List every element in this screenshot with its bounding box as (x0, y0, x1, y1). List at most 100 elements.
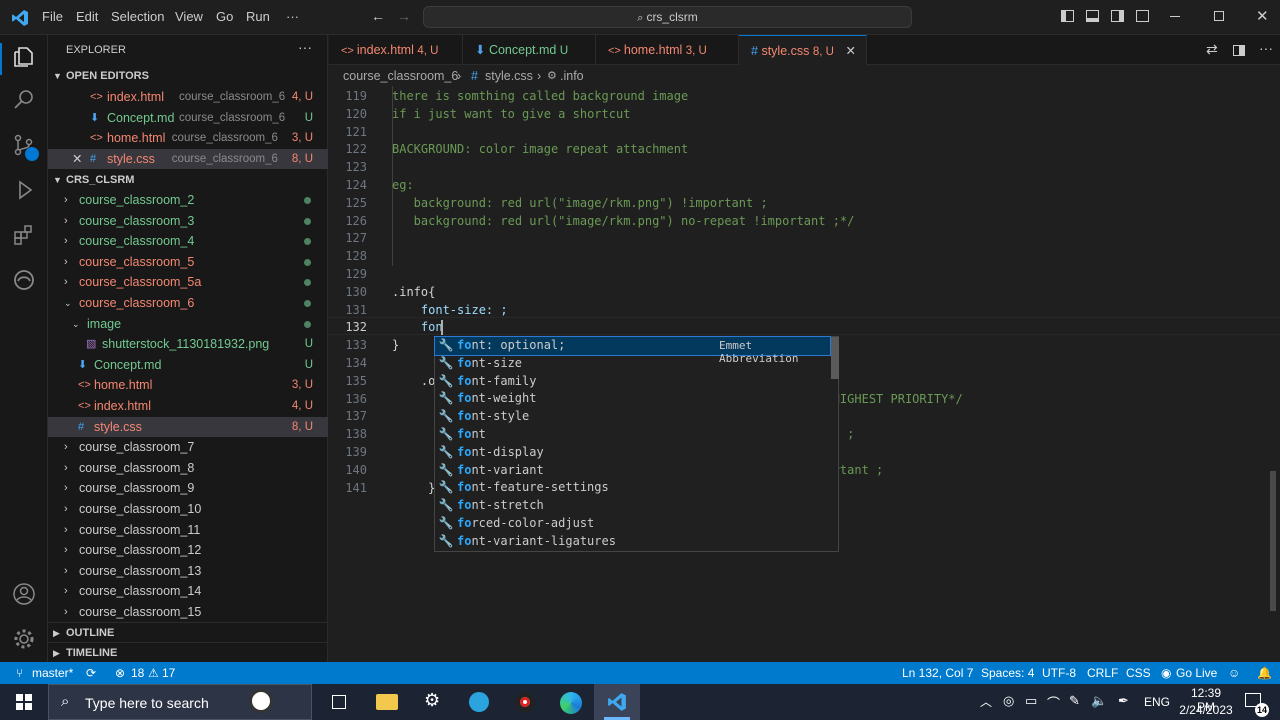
go-live-button[interactable]: Go Live (1176, 662, 1217, 684)
tab-home-html[interactable]: <> home.html 3, U (596, 35, 739, 65)
tab-index-html[interactable]: <> index.html 4, U (329, 35, 463, 65)
edge-devtools-icon[interactable] (12, 268, 36, 292)
open-editor-item[interactable]: <> index.html course_classroom_6 4, U (48, 87, 328, 107)
cursor-position[interactable]: Ln 132, Col 7 (902, 662, 973, 684)
pen-icon[interactable]: ✎ (1069, 693, 1080, 709)
suggestion-item[interactable]: 🔧 font-weight (435, 390, 830, 408)
workspace-header[interactable]: ▼ CRS_CLSRM (48, 170, 328, 190)
suggestion-item[interactable]: 🔧 font-variant-ligatures (435, 533, 830, 551)
breadcrumb-file[interactable]: style.css (485, 66, 533, 86)
folder-tree-item[interactable]: › course_classroom_8 (48, 458, 328, 478)
vscode-taskbar-active[interactable] (594, 684, 640, 720)
error-count[interactable]: 18 (131, 662, 144, 684)
explorer-icon[interactable] (12, 45, 36, 69)
folder-tree-item[interactable]: › course_classroom_12 (48, 540, 328, 560)
encoding[interactable]: UTF-8 (1042, 662, 1076, 684)
indentation[interactable]: Spaces: 4 (981, 662, 1034, 684)
open-editor-item[interactable]: <> home.html course_classroom_6 3, U (48, 128, 328, 148)
menu-more[interactable]: ··· (286, 9, 299, 24)
meet-now-icon[interactable]: ◎ (1003, 693, 1014, 709)
file-tree-item[interactable]: ▧ shutterstock_1130181932.png U (48, 334, 328, 354)
line-endings[interactable]: CRLF (1087, 662, 1118, 684)
network-icon[interactable]: ⌒ (1047, 693, 1060, 712)
split-editor-icon[interactable] (1233, 45, 1245, 56)
suggest-scrollbar-thumb[interactable] (831, 337, 839, 379)
search-view-icon[interactable] (12, 88, 36, 112)
open-editors-header[interactable]: ▼ OPEN EDITORS (48, 66, 328, 86)
tab-style-css-active[interactable]: # style.css 8, U ✕ (739, 35, 867, 66)
suggestion-item[interactable]: 🔧 font-family (435, 373, 830, 391)
open-editor-item[interactable]: ✕ # style.css course_classroom_6 8, U (48, 149, 328, 170)
suggestion-item[interactable]: 🔧 font (435, 426, 830, 444)
folder-tree-item[interactable]: › course_classroom_9 (48, 478, 328, 498)
folder-tree-item[interactable]: › course_classroom_11 (48, 520, 328, 540)
outline-header[interactable]: ▶ OUTLINE (48, 622, 328, 642)
clock-date[interactable]: 2/24/2023 (1177, 703, 1235, 717)
scrollbar-thumb[interactable] (1270, 471, 1276, 611)
close-tab-icon[interactable]: ✕ (846, 36, 856, 66)
toggle-secondary-sidebar-icon[interactable] (1111, 10, 1124, 22)
run-debug-icon[interactable] (12, 178, 36, 202)
tab-concept-md[interactable]: ⬇ Concept.md U (463, 35, 596, 65)
compare-changes-icon[interactable]: ⇄ (1206, 41, 1218, 58)
back-arrow-icon[interactable]: ← (371, 8, 385, 24)
close-icon[interactable]: ✕ (72, 149, 82, 169)
menu-run[interactable]: Run (246, 9, 270, 24)
warning-count[interactable]: 17 (162, 662, 175, 684)
suggestion-item[interactable]: 🔧 font-display (435, 444, 830, 462)
feedback-icon[interactable]: ☺ (1228, 662, 1240, 684)
volume-icon[interactable]: 🔈 (1091, 693, 1107, 709)
suggestion-item[interactable]: 🔧 font-style (435, 408, 830, 426)
task-view-icon[interactable] (332, 695, 346, 709)
close-window-icon[interactable]: ✕ (1256, 7, 1269, 25)
folder-tree-item[interactable]: › course_classroom_4 (48, 231, 328, 251)
folder-tree-item[interactable]: ⌄ course_classroom_6 (48, 293, 328, 313)
menu-file[interactable]: File (42, 9, 63, 24)
file-tree-item[interactable]: ⬇ Concept.md U (48, 355, 328, 375)
breadcrumb-folder[interactable]: course_classroom_6 (343, 66, 458, 86)
restore-icon[interactable] (1214, 11, 1224, 21)
file-tree-item[interactable]: <> home.html 3, U (48, 375, 328, 395)
sync-icon[interactable]: ⟳ (86, 662, 96, 684)
account-icon[interactable] (12, 582, 36, 606)
telegram-icon[interactable] (469, 692, 489, 712)
edge-browser-icon[interactable] (560, 692, 582, 714)
extensions-icon[interactable] (12, 223, 36, 247)
customize-layout-icon[interactable] (1136, 10, 1149, 22)
file-tree-item[interactable]: # style.css 8, U (48, 416, 328, 437)
suggestion-item[interactable]: 🔧 forced-color-adjust (435, 515, 830, 533)
menu-edit[interactable]: Edit (76, 9, 98, 24)
folder-tree-item[interactable]: › course_classroom_7 (48, 437, 328, 457)
more-actions-icon[interactable]: ··· (1259, 40, 1273, 56)
file-explorer-icon[interactable] (376, 694, 398, 710)
screen-recorder-icon[interactable] (515, 692, 535, 712)
chevron-up-icon[interactable]: ︿ (980, 693, 992, 710)
folder-tree-item[interactable]: › course_classroom_2 (48, 190, 328, 210)
more-actions-icon[interactable]: ··· (298, 39, 312, 55)
pen-workspace-icon[interactable]: ✒ (1118, 693, 1129, 709)
file-tree-item[interactable]: <> index.html 4, U (48, 396, 328, 416)
language-mode[interactable]: CSS (1126, 662, 1151, 684)
battery-icon[interactable]: ▭ (1025, 693, 1037, 709)
git-branch[interactable]: master* (32, 662, 73, 684)
toggle-panel-icon[interactable] (1086, 10, 1099, 22)
taskbar-search-box[interactable]: ⌕ Type here to search (48, 684, 312, 720)
settings-gear-icon[interactable] (12, 627, 36, 651)
forward-arrow-icon[interactable]: → (397, 8, 411, 24)
notifications-bell-icon[interactable]: 🔔 (1257, 662, 1272, 684)
folder-tree-item[interactable]: › course_classroom_5a (48, 272, 328, 292)
minimize-icon[interactable] (1170, 16, 1180, 17)
command-center[interactable]: ⌕ crs_clsrm (423, 6, 912, 28)
menu-go[interactable]: Go (216, 9, 233, 24)
menu-selection[interactable]: Selection (111, 9, 164, 24)
menu-view[interactable]: View (175, 9, 203, 24)
suggestion-item[interactable]: 🔧 font-stretch (435, 497, 830, 515)
open-editor-item[interactable]: ⬇ Concept.md course_classroom_6 U (48, 108, 328, 128)
settings-gear-icon[interactable]: ⚙ (424, 690, 440, 711)
folder-tree-item[interactable]: › course_classroom_5 (48, 252, 328, 272)
timeline-header[interactable]: ▶ TIMELINE (48, 642, 328, 662)
suggestion-item[interactable]: 🔧 font-feature-settings (435, 479, 830, 497)
folder-tree-item[interactable]: › course_classroom_15 (48, 602, 328, 622)
breadcrumb-symbol[interactable]: .info (560, 66, 584, 86)
folder-tree-item[interactable]: › course_classroom_3 (48, 211, 328, 231)
